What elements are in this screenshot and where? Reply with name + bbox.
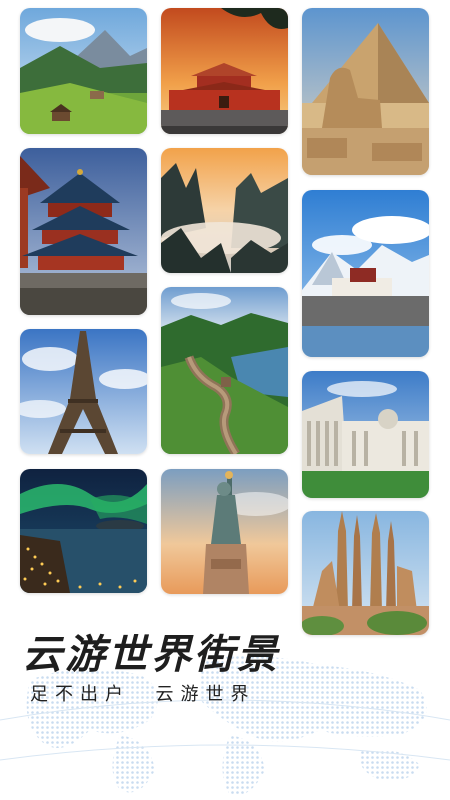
misty-peaks-icon: [161, 148, 288, 273]
photo-eiffel-tower[interactable]: [20, 329, 147, 454]
aurora-icon: [20, 469, 147, 593]
photo-statue-of-liberty[interactable]: [161, 469, 288, 594]
pyramid-icon: [302, 8, 429, 175]
photo-alpine-meadow[interactable]: [20, 8, 147, 134]
chinese-palace-icon: [161, 8, 288, 134]
photo-great-wall[interactable]: [161, 287, 288, 454]
photo-sagrada-familia[interactable]: [302, 511, 429, 635]
cathedral-icon: [302, 371, 429, 498]
great-wall-icon: [161, 287, 288, 454]
photo-tiananmen[interactable]: [161, 8, 288, 134]
page-title: 云游世界街景: [22, 631, 280, 678]
page-subtitle: 足不出户 云游世界: [30, 684, 256, 705]
mountain-meadow-icon: [20, 8, 147, 134]
photo-pisa-cathedral[interactable]: [302, 371, 429, 498]
eiffel-tower-icon: [20, 329, 147, 454]
photo-potala-palace[interactable]: [302, 190, 429, 357]
statue-icon: [161, 469, 288, 594]
photo-temple-of-heaven[interactable]: [20, 148, 147, 315]
photo-huangshan-peaks[interactable]: [161, 148, 288, 273]
palace-snow-mountain-icon: [302, 190, 429, 357]
photo-aurora-night-town[interactable]: [20, 469, 147, 593]
basilica-icon: [302, 511, 429, 635]
photo-pyramid-sphinx[interactable]: [302, 8, 429, 175]
temple-pagoda-icon: [20, 148, 147, 315]
